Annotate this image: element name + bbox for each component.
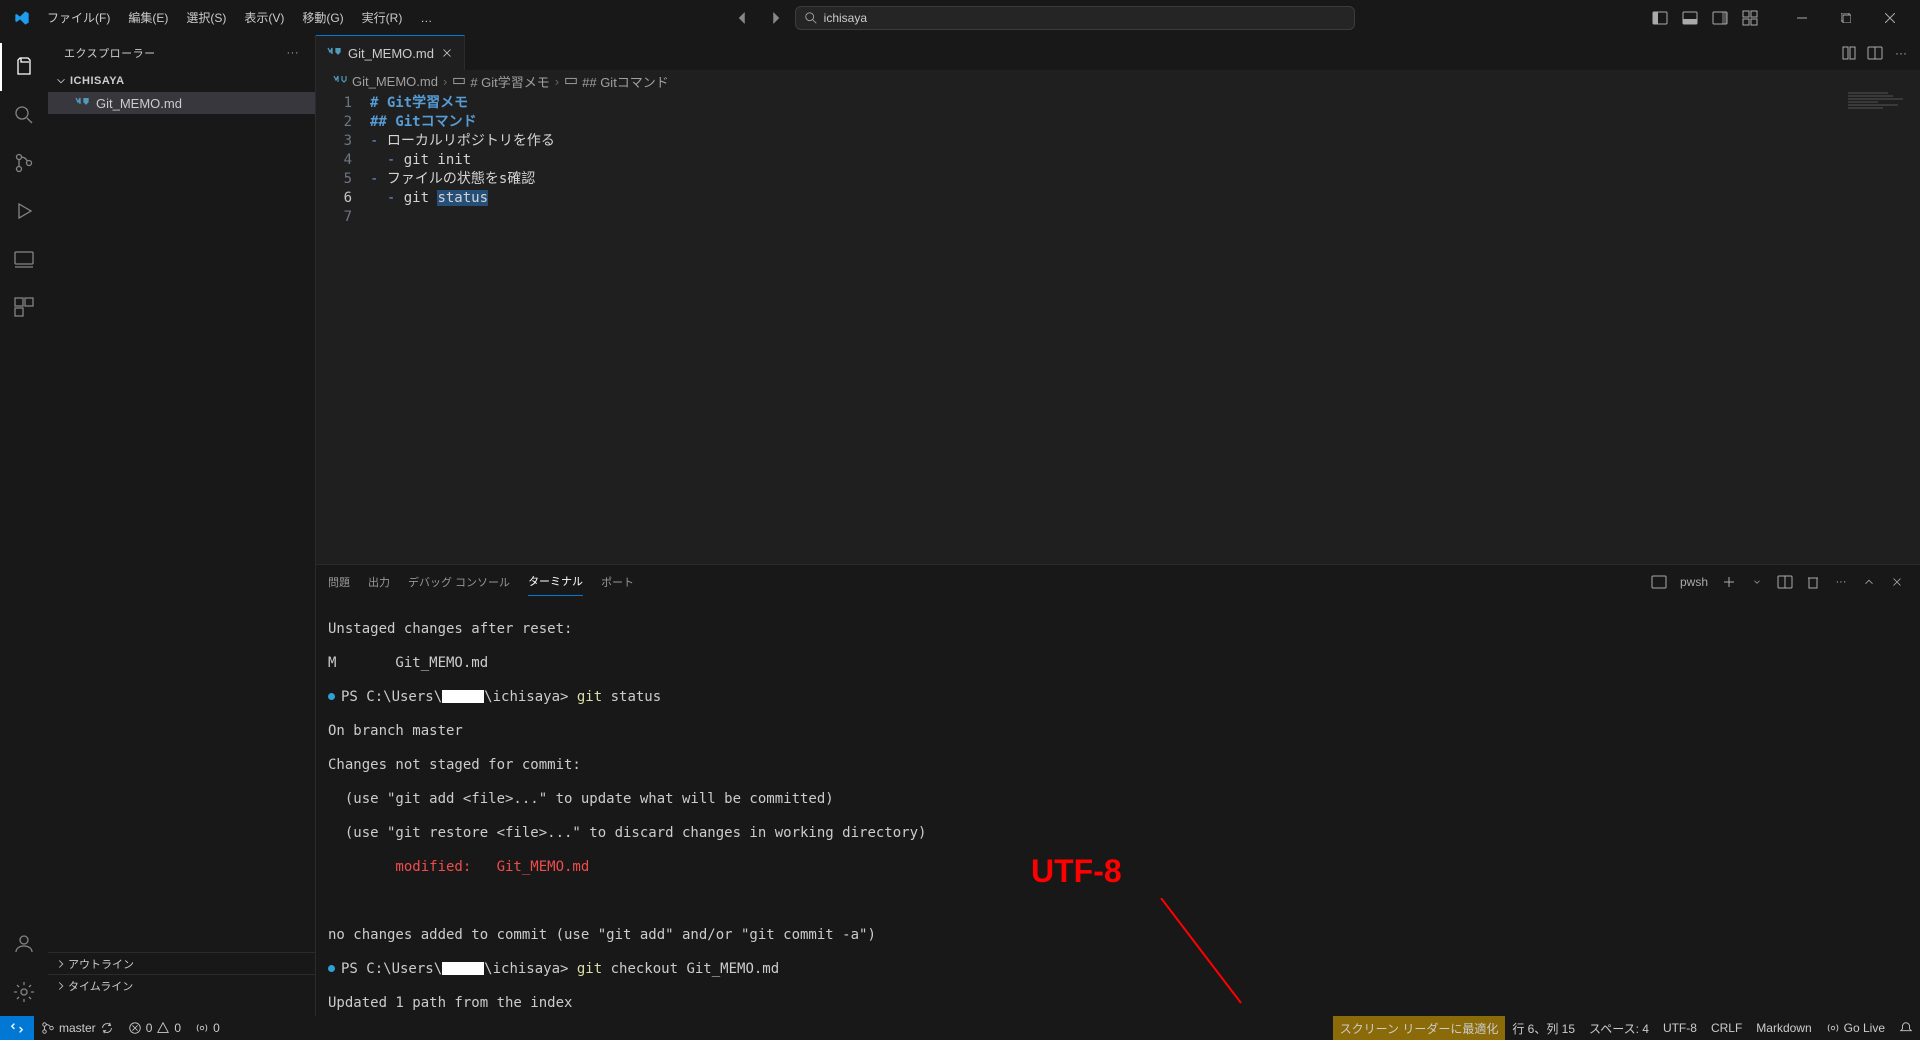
chevron-down-icon	[54, 74, 68, 88]
menu-file[interactable]: ファイル(F)	[40, 5, 117, 30]
terminal-dropdown-icon[interactable]	[1746, 571, 1768, 593]
file-item[interactable]: Git_MEMO.md	[48, 92, 315, 114]
chevron-right-icon	[54, 979, 68, 993]
panel-tab-problems[interactable]: 問題	[328, 568, 350, 596]
chevron-right-icon	[54, 957, 68, 971]
outline-label: アウトライン	[68, 956, 134, 972]
status-encoding[interactable]: UTF-8	[1656, 1016, 1704, 1040]
split-terminal-icon[interactable]	[1774, 571, 1796, 593]
breadcrumb-h1: # Git学習メモ	[470, 72, 549, 91]
status-indentation[interactable]: スペース: 4	[1582, 1016, 1656, 1040]
tab-label: Git_MEMO.md	[348, 46, 434, 61]
editor-tabs: Git_MEMO.md ···	[316, 35, 1920, 70]
minimap[interactable]	[1848, 92, 1908, 112]
preview-icon[interactable]	[1838, 42, 1860, 64]
panel-tab-debug[interactable]: デバッグ コンソール	[408, 568, 510, 596]
command-center[interactable]: ichisaya	[795, 6, 1355, 30]
editor-content[interactable]: 1234567 # Git学習メモ ## Gitコマンド - ローカルリポジトリ…	[316, 92, 1920, 564]
bottom-panel: 問題 出力 デバッグ コンソール ターミナル ポート pwsh ··· Uns	[316, 564, 1920, 1016]
menu-view[interactable]: 表示(V)	[237, 5, 291, 30]
breadcrumb-h2: ## Gitコマンド	[582, 72, 669, 91]
window-close-icon[interactable]	[1868, 0, 1912, 35]
layout-sidebar-left-icon[interactable]	[1646, 4, 1674, 32]
terminal-shell-name[interactable]: pwsh	[1676, 573, 1712, 591]
split-icon[interactable]	[1864, 42, 1886, 64]
activity-explorer-icon[interactable]	[0, 43, 48, 91]
panel-tab-terminal[interactable]: ターミナル	[528, 567, 583, 596]
customize-layout-icon[interactable]	[1736, 4, 1764, 32]
nav-forward-icon[interactable]	[763, 6, 787, 30]
menu-edit[interactable]: 編集(E)	[121, 5, 175, 30]
menu-go[interactable]: 移動(G)	[295, 5, 350, 30]
status-golive[interactable]: Go Live	[1819, 1016, 1892, 1040]
new-terminal-icon[interactable]	[1718, 571, 1740, 593]
layout-sidebar-right-icon[interactable]	[1706, 4, 1734, 32]
explorer-more-icon[interactable]: ···	[287, 47, 300, 59]
file-name: Git_MEMO.md	[96, 96, 182, 111]
activity-extensions-icon[interactable]	[0, 283, 48, 331]
kill-terminal-icon[interactable]	[1802, 571, 1824, 593]
menu-more[interactable]: …	[413, 7, 439, 29]
layout-panel-icon[interactable]	[1676, 4, 1704, 32]
tab-more-icon[interactable]: ···	[1890, 42, 1912, 64]
activity-remote-icon[interactable]	[0, 235, 48, 283]
remote-button[interactable]	[0, 1016, 34, 1040]
markdown-file-icon	[332, 73, 348, 89]
timeline-section[interactable]: タイムライン	[48, 974, 315, 996]
outline-section[interactable]: アウトライン	[48, 952, 315, 974]
folder-name: ICHISAYA	[70, 75, 125, 87]
status-language[interactable]: Markdown	[1749, 1016, 1818, 1040]
status-problems[interactable]: 0 0	[121, 1016, 188, 1040]
code-area[interactable]: # Git学習メモ ## Gitコマンド - ローカルリポジトリを作る - gi…	[370, 94, 1920, 564]
status-bar: master 0 0 0 スクリーン リーダーに最適化 行 6、列 15 スペー…	[0, 1016, 1920, 1040]
panel-tab-ports[interactable]: ポート	[601, 568, 634, 596]
search-text: ichisaya	[824, 11, 867, 25]
status-screen-reader[interactable]: スクリーン リーダーに最適化	[1333, 1016, 1506, 1040]
line-numbers: 1234567	[316, 94, 370, 564]
menu-select[interactable]: 選択(S)	[179, 5, 233, 30]
status-cursor-pos[interactable]: 行 6、列 15	[1505, 1016, 1582, 1040]
window-maximize-icon[interactable]	[1824, 0, 1868, 35]
editor-area: Git_MEMO.md ··· Git_MEMO.md › # Git学習メモ …	[316, 35, 1920, 1016]
status-ports[interactable]: 0	[188, 1016, 227, 1040]
close-icon[interactable]	[440, 46, 454, 60]
activity-search-icon[interactable]	[0, 91, 48, 139]
markdown-file-icon	[326, 45, 342, 61]
markdown-file-icon	[74, 95, 90, 111]
explorer-title: エクスプローラー	[64, 45, 156, 61]
symbol-icon	[452, 74, 466, 88]
activity-debug-icon[interactable]	[0, 187, 48, 235]
status-notifications-icon[interactable]	[1892, 1016, 1920, 1040]
title-bar: ファイル(F) 編集(E) 選択(S) 表示(V) 移動(G) 実行(R) … …	[0, 0, 1920, 35]
window-minimize-icon[interactable]	[1780, 0, 1824, 35]
explorer-sidebar: エクスプローラー ··· ICHISAYA Git_MEMO.md アウトライン…	[48, 35, 316, 1016]
activity-bar	[0, 35, 48, 1016]
status-branch[interactable]: master	[34, 1016, 121, 1040]
nav-back-icon[interactable]	[731, 6, 755, 30]
terminal-profile-icon[interactable]	[1648, 571, 1670, 593]
terminal-content[interactable]: Unstaged changes after reset: M Git_MEMO…	[316, 598, 1920, 1016]
activity-settings-icon[interactable]	[0, 968, 48, 1016]
folder-header[interactable]: ICHISAYA	[48, 70, 315, 92]
timeline-label: タイムライン	[68, 978, 133, 994]
breadcrumb-file: Git_MEMO.md	[352, 74, 438, 89]
breadcrumb[interactable]: Git_MEMO.md › # Git学習メモ › ## Gitコマンド	[316, 70, 1920, 92]
editor-tab[interactable]: Git_MEMO.md	[316, 35, 465, 70]
panel-maximize-icon[interactable]	[1858, 571, 1880, 593]
search-icon	[804, 11, 818, 25]
activity-scm-icon[interactable]	[0, 139, 48, 187]
vscode-logo-icon	[14, 10, 30, 26]
panel-tab-output[interactable]: 出力	[368, 568, 390, 596]
activity-account-icon[interactable]	[0, 920, 48, 968]
symbol-icon	[564, 74, 578, 88]
sync-icon	[100, 1021, 114, 1035]
panel-more-icon[interactable]: ···	[1830, 571, 1852, 593]
annotation-arrow	[1151, 898, 1251, 1008]
status-eol[interactable]: CRLF	[1704, 1016, 1749, 1040]
menu-run[interactable]: 実行(R)	[355, 5, 410, 30]
panel-close-icon[interactable]	[1886, 571, 1908, 593]
